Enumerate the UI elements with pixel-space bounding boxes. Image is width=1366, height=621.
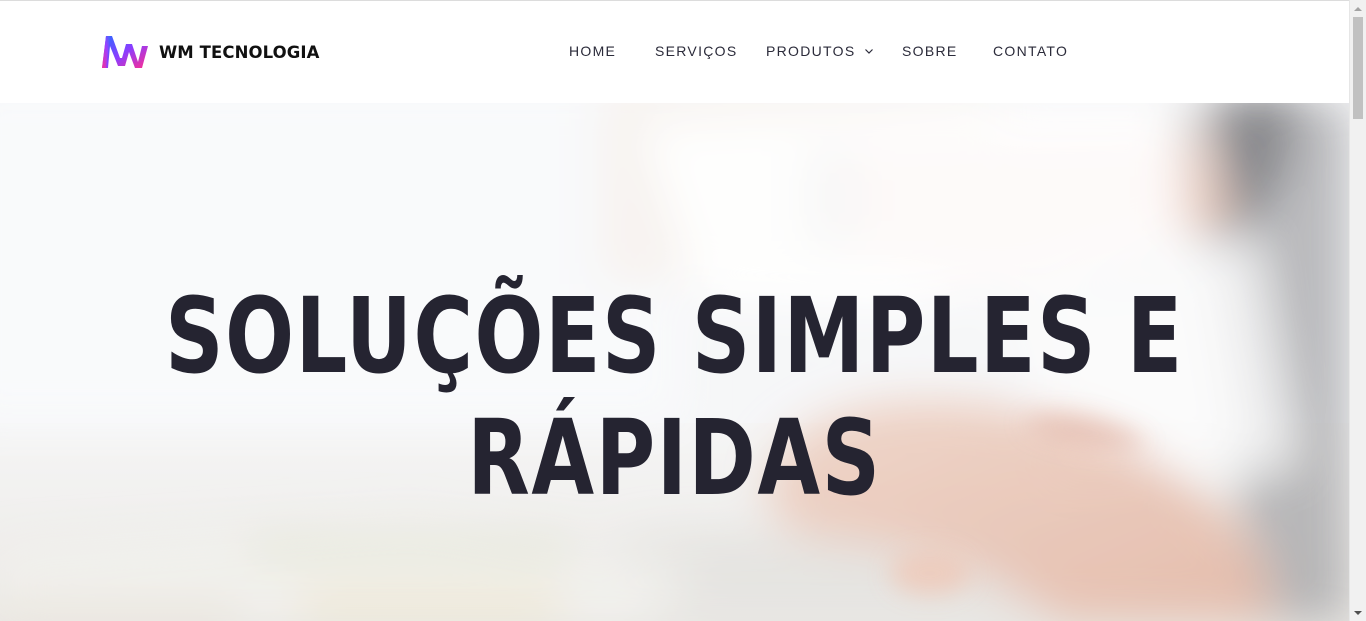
nav-item-produtos[interactable]: PRODUTOS <box>766 43 874 59</box>
nav-item-servicos[interactable]: SERVIÇOS <box>655 43 738 59</box>
scroll-up-arrow-icon[interactable] <box>1350 0 1366 17</box>
vertical-scrollbar[interactable] <box>1349 0 1366 621</box>
site-header: WM TECNOLOGIA HOME SERVIÇOS PRODUTOS SOB… <box>0 0 1349 103</box>
hero-title: SOLUÇÕES SIMPLES E RÁPIDAS <box>148 275 1200 519</box>
chevron-down-icon <box>864 49 873 54</box>
scroll-down-arrow-icon[interactable] <box>1350 604 1366 621</box>
web-page: WM TECNOLOGIA HOME SERVIÇOS PRODUTOS SOB… <box>0 0 1366 621</box>
nav-item-sobre[interactable]: SOBRE <box>902 43 958 59</box>
nav-item-produtos-label: PRODUTOS <box>766 43 856 59</box>
hero-title-line-1: SOLUÇÕES SIMPLES E <box>165 275 1184 397</box>
nav-item-home[interactable]: HOME <box>569 43 616 59</box>
nav-item-contato[interactable]: CONTATO <box>993 43 1068 59</box>
scrollbar-thumb[interactable] <box>1353 17 1363 119</box>
hero-title-line-2: RÁPIDAS <box>467 397 882 519</box>
main-nav: HOME SERVIÇOS PRODUTOS SOBRE CONTATO <box>0 1 1349 104</box>
hero-section: SOLUÇÕES SIMPLES E RÁPIDAS <box>0 103 1349 621</box>
